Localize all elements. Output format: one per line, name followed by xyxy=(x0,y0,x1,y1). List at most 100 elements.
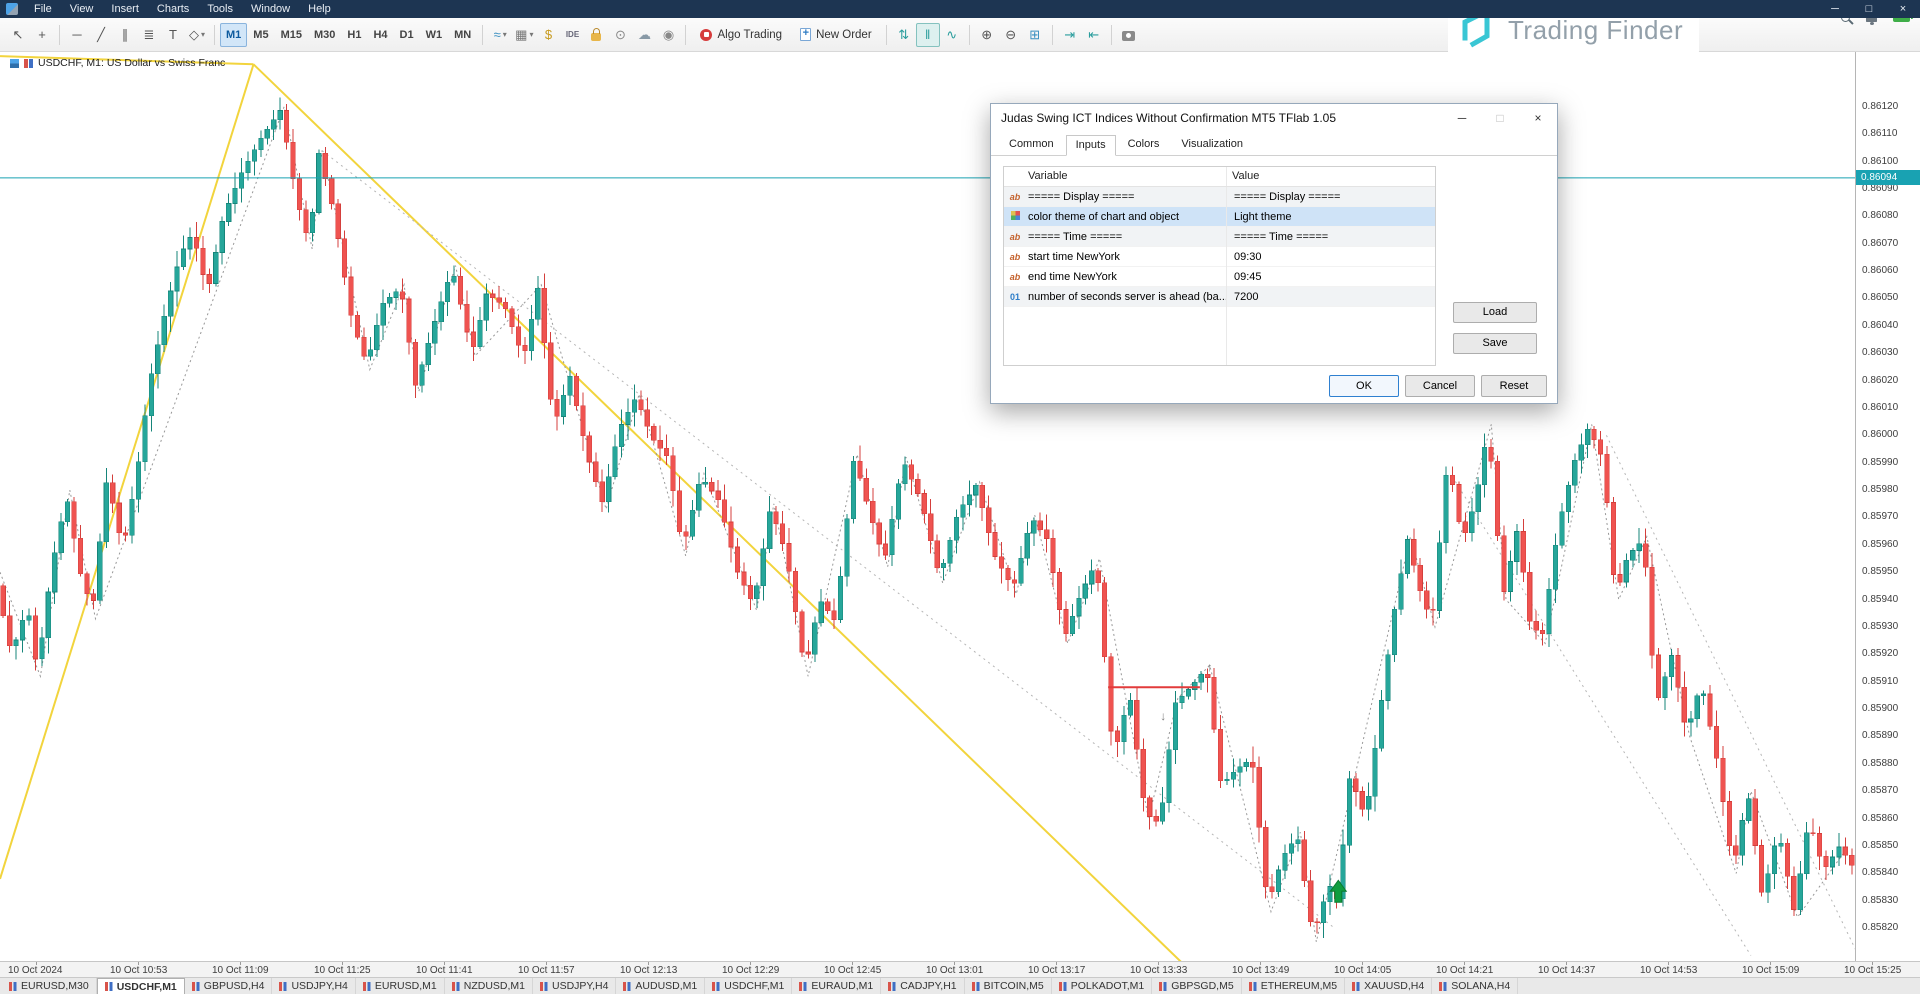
param-value[interactable]: ===== Time ===== xyxy=(1226,231,1328,243)
symbol-tab-nzdusd-m1[interactable]: NZDUSD,M1 xyxy=(445,978,533,994)
text-tool-icon[interactable]: T xyxy=(161,23,185,47)
algo-trading-button[interactable]: Algo Trading xyxy=(691,23,791,47)
dialog-tab-inputs[interactable]: Inputs xyxy=(1066,135,1116,156)
screenshot-icon[interactable] xyxy=(1117,23,1141,47)
menu-window[interactable]: Window xyxy=(242,1,299,17)
mini-chart-icon xyxy=(363,982,371,991)
param-value[interactable]: 09:45 xyxy=(1226,271,1262,283)
save-button[interactable]: Save xyxy=(1453,333,1537,354)
zoom-out-icon[interactable]: ⊖ xyxy=(999,23,1023,47)
symbol-tab-bitcoin-m5[interactable]: BITCOIN,M5 xyxy=(965,978,1052,994)
depth-of-market-icon[interactable]: ‖ xyxy=(916,23,940,47)
window-minimize-button[interactable]: ─ xyxy=(1818,0,1852,18)
symbol-tab-solana-h4[interactable]: SOLANA,H4 xyxy=(1432,978,1518,994)
shift-end-icon[interactable]: ⇥ xyxy=(1058,23,1082,47)
symbol-tab-eurusd-m30[interactable]: EURUSD,M30 xyxy=(2,978,97,994)
dialog-minimize-button[interactable]: ─ xyxy=(1443,104,1481,132)
indicators-icon[interactable]: ≈▾ xyxy=(488,23,512,47)
fibonacci-tool-icon[interactable]: ≣ xyxy=(137,23,161,47)
window-restore-button[interactable]: □ xyxy=(1852,0,1886,18)
price-scale[interactable]: 0.86094 0.861200.861100.861000.860900.86… xyxy=(1855,52,1920,961)
ide-icon[interactable]: IDE xyxy=(560,23,584,47)
param-type-icon: ab xyxy=(1004,232,1026,242)
auto-scroll-icon[interactable]: ⇤ xyxy=(1082,23,1106,47)
symbol-tab-gbpsgd-m5[interactable]: GBPSGD,M5 xyxy=(1152,978,1241,994)
zoom-in-icon[interactable]: ⊕ xyxy=(975,23,999,47)
mt5-window: FileViewInsertChartsToolsWindowHelp ─ □ … xyxy=(0,0,1920,994)
param-value[interactable]: 09:30 xyxy=(1226,251,1262,263)
menu-insert[interactable]: Insert xyxy=(102,1,148,17)
symbol-tab-xauusd-h4[interactable]: XAUUSD,H4 xyxy=(1345,978,1432,994)
timeframe-m1[interactable]: M1 xyxy=(220,23,247,47)
param-row-1[interactable]: color theme of chart and objectLight the… xyxy=(1004,207,1435,227)
timeframe-d1[interactable]: D1 xyxy=(394,23,420,47)
param-value[interactable]: Light theme xyxy=(1226,211,1291,223)
community-icon[interactable]: ◉ xyxy=(656,23,680,47)
dialog-titlebar[interactable]: Judas Swing ICT Indices Without Confirma… xyxy=(991,104,1557,132)
window-close-button[interactable]: × xyxy=(1886,0,1920,18)
crosshair-icon[interactable]: + xyxy=(30,23,54,47)
param-row-2[interactable]: ab===== Time ========== Time ===== xyxy=(1004,227,1435,247)
symbol-tab-usdchf-m1[interactable]: USDCHF,M1 xyxy=(705,978,792,994)
timeframe-w1[interactable]: W1 xyxy=(420,23,449,47)
param-value[interactable]: 7200 xyxy=(1226,291,1258,303)
time-label: 10 Oct 13:33 xyxy=(1130,965,1187,976)
zigzag-indicator-icon[interactable]: ∿ xyxy=(940,23,964,47)
timeframe-h1[interactable]: H1 xyxy=(341,23,367,47)
symbol-tab-polkadot-m1[interactable]: POLKADOT,M1 xyxy=(1052,978,1153,994)
mini-chart-icon xyxy=(105,982,113,991)
cloud-icon[interactable]: ☁ xyxy=(632,23,656,47)
shapes-tool-icon[interactable]: ◇▾ xyxy=(185,23,209,47)
lock-icon[interactable] xyxy=(584,23,608,47)
timeframe-m5[interactable]: M5 xyxy=(247,23,274,47)
reset-button[interactable]: Reset xyxy=(1481,375,1547,397)
tick-arrows-icon[interactable]: ⇅ xyxy=(892,23,916,47)
load-button[interactable]: Load xyxy=(1453,302,1537,323)
dialog-close-button[interactable]: × xyxy=(1519,104,1557,132)
dialog-tab-common[interactable]: Common xyxy=(999,134,1064,155)
param-row-0[interactable]: ab===== Display ========== Display ===== xyxy=(1004,187,1435,207)
symbol-tab-audusd-m1[interactable]: AUDUSD,M1 xyxy=(616,978,705,994)
param-row-3[interactable]: abstart time NewYork09:30 xyxy=(1004,247,1435,267)
menu-tools[interactable]: Tools xyxy=(198,1,242,17)
signal-icon[interactable]: ⊙ xyxy=(608,23,632,47)
param-row-4[interactable]: abend time NewYork09:45 xyxy=(1004,267,1435,287)
cursor-icon[interactable]: ↖ xyxy=(6,23,30,47)
menu-help[interactable]: Help xyxy=(299,1,340,17)
symbol-tab-euraud-m1[interactable]: EURAUD,M1 xyxy=(792,978,881,994)
menu-charts[interactable]: Charts xyxy=(148,1,198,17)
market-icon[interactable]: $ xyxy=(536,23,560,47)
param-value[interactable]: ===== Display ===== xyxy=(1226,191,1340,203)
dialog-tab-visualization[interactable]: Visualization xyxy=(1171,134,1253,155)
equidistant-channel-tool-icon[interactable]: ∥ xyxy=(113,23,137,47)
menu-view[interactable]: View xyxy=(61,1,103,17)
templates-icon[interactable]: ▦▾ xyxy=(512,23,536,47)
symbol-tab-eurusd-m1[interactable]: EURUSD,M1 xyxy=(356,978,445,994)
cancel-button[interactable]: Cancel xyxy=(1405,375,1475,397)
trendline-tool-icon[interactable]: ╱ xyxy=(89,23,113,47)
tile-windows-icon[interactable]: ⊞ xyxy=(1023,23,1047,47)
symbol-tab-cadjpy-h1[interactable]: CADJPY,H1 xyxy=(881,978,964,994)
app-icon xyxy=(6,3,18,15)
symbol-tab-gbpusd-h4[interactable]: GBPUSD,H4 xyxy=(185,978,273,994)
param-row-5[interactable]: 01number of seconds server is ahead (ba.… xyxy=(1004,287,1435,307)
symbol-tab-usdchf-m1[interactable]: USDCHF,M1 xyxy=(97,978,185,994)
time-axis[interactable]: 10 Oct 202410 Oct 10:5310 Oct 11:0910 Oc… xyxy=(0,961,1920,977)
trendline-rising-yellow[interactable] xyxy=(0,64,254,879)
toolbar-separator xyxy=(214,25,215,45)
symbol-tab-usdjpy-h4[interactable]: USDJPY,H4 xyxy=(533,978,616,994)
dialog-tab-colors[interactable]: Colors xyxy=(1118,134,1170,155)
timeframe-m30[interactable]: M30 xyxy=(308,23,341,47)
menu-file[interactable]: File xyxy=(25,1,61,17)
timeframe-m15[interactable]: M15 xyxy=(275,23,308,47)
timeframe-mn[interactable]: MN xyxy=(448,23,477,47)
timeframe-h4[interactable]: H4 xyxy=(367,23,393,47)
symbol-tab-usdjpy-h4[interactable]: USDJPY,H4 xyxy=(272,978,355,994)
time-label: 10 Oct 11:09 xyxy=(212,965,269,976)
ok-button[interactable]: OK xyxy=(1329,375,1399,397)
new-order-button[interactable]: New Order xyxy=(791,23,881,47)
candlestick-chart[interactable]: ↓↑ xyxy=(0,52,1855,961)
price-label: 0.86030 xyxy=(1862,347,1898,358)
horizontal-line-tool-icon[interactable]: ─ xyxy=(65,23,89,47)
symbol-tab-ethereum-m5[interactable]: ETHEREUM,M5 xyxy=(1242,978,1345,994)
